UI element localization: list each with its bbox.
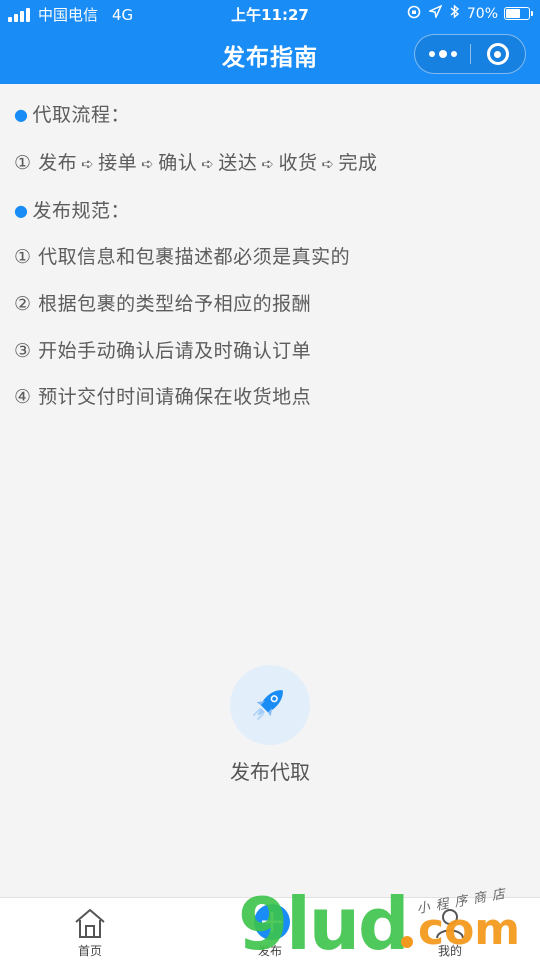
plus-icon: + xyxy=(254,904,290,940)
miniprogram-capsule xyxy=(414,34,526,74)
right-arrow-icon: ➪ xyxy=(321,155,335,173)
right-arrow-icon: ➪ xyxy=(141,155,155,173)
tab-me[interactable]: 我的 xyxy=(390,898,510,960)
battery-percent: 70% xyxy=(466,5,498,22)
process-steps: ① 发布 ➪ 接单 ➪ 确认 ➪ 送达 ➪ 收货 ➪ 完成 xyxy=(14,148,378,175)
rule-item: ③ 开始手动确认后请及时确认订单 xyxy=(14,340,312,362)
right-arrow-icon: ➪ xyxy=(201,155,215,173)
more-dots-icon xyxy=(428,51,435,57)
process-step: 完成 xyxy=(338,152,378,174)
process-step: 送达 xyxy=(218,152,258,174)
tab-label: 发布 xyxy=(257,944,282,958)
process-heading: ● 代取流程： xyxy=(14,104,130,126)
tab-publish[interactable]: + 发布 xyxy=(210,898,330,960)
process-step: ① 发布 xyxy=(14,152,78,174)
publish-errand-label[interactable]: 发布代取 xyxy=(0,756,540,785)
home-icon xyxy=(70,906,110,940)
right-arrow-icon: ➪ xyxy=(81,155,95,173)
user-icon xyxy=(430,906,470,940)
rule-item: ④ 预计交付时间请确保在收货地点 xyxy=(14,386,312,408)
tab-label: 首页 xyxy=(77,944,102,958)
location-icon xyxy=(427,4,443,22)
rules-heading: ● 发布规范： xyxy=(14,200,130,222)
tab-home[interactable]: 首页 xyxy=(30,898,150,960)
rule-item: ① 代取信息和包裹描述都必须是真实的 xyxy=(14,246,351,268)
process-step: 接单 xyxy=(98,152,138,174)
process-step: 确认 xyxy=(158,152,198,174)
target-icon xyxy=(486,43,509,65)
publish-errand-button[interactable] xyxy=(230,665,310,745)
rule-item: ② 根据包裹的类型给予相应的报酬 xyxy=(14,293,312,315)
right-arrow-icon: ➪ xyxy=(261,155,275,173)
rocket-icon xyxy=(248,681,292,729)
more-button[interactable] xyxy=(415,35,470,73)
close-miniprogram-button[interactable] xyxy=(471,35,525,73)
bluetooth-icon xyxy=(450,4,459,23)
bullet-dot-icon: ● xyxy=(14,201,29,220)
process-step: 收货 xyxy=(278,152,318,174)
rotation-lock-icon xyxy=(407,5,421,23)
top-header: 中国电信 4G 上午11:27 70% 发布指南 xyxy=(0,0,540,84)
status-bar: 中国电信 4G 上午11:27 70% xyxy=(0,0,540,28)
battery-icon xyxy=(504,7,533,20)
tab-bar: 首页 + 发布 我的 xyxy=(0,897,540,960)
bullet-dot-icon: ● xyxy=(14,105,29,124)
nav-bar: 发布指南 xyxy=(0,28,540,84)
tab-label: 我的 xyxy=(437,944,462,958)
